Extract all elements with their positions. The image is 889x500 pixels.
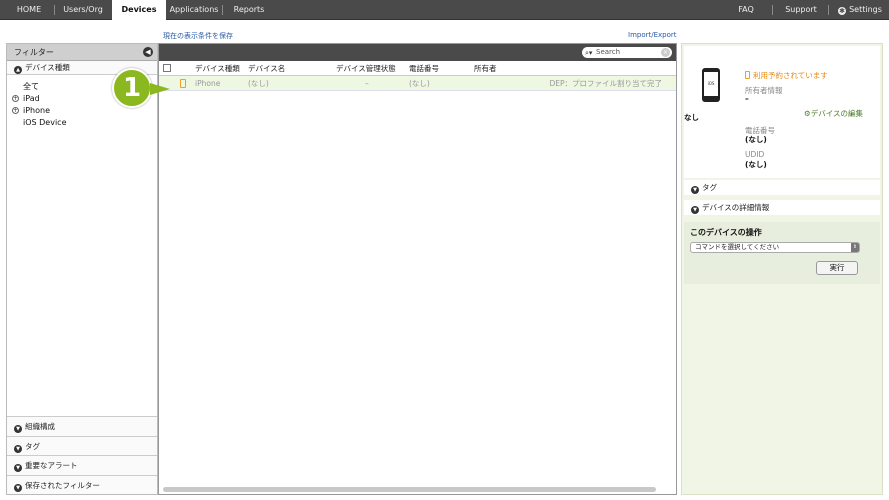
tab-reports[interactable]: Reports (224, 0, 274, 20)
device-screen-label: iOS (704, 72, 718, 96)
cell-note: DEP：プロファイル割り当て完了 (549, 79, 662, 88)
clear-icon[interactable]: × (661, 48, 670, 57)
operations-title: このデバイスの操作 (690, 228, 762, 237)
tree-item-label: iOS Device (23, 118, 67, 127)
nav-divider (828, 5, 829, 15)
callout-number: 1 (112, 68, 152, 108)
tree-item-ios-device[interactable]: iOS Device (23, 117, 157, 129)
tag-section[interactable]: ▼ タグ (684, 180, 880, 195)
section-label: 重要なアラート (25, 461, 78, 470)
callout-arrow-icon (150, 83, 170, 95)
chevron-down-icon: ▼ (14, 483, 22, 492)
faq-link[interactable]: FAQ (726, 0, 766, 20)
column-management-status[interactable]: デバイス管理状態 (336, 61, 396, 76)
cell-name: (なし) (248, 79, 269, 88)
import-export-link[interactable]: Import/Export (628, 31, 677, 39)
tab-home[interactable]: HOME (8, 0, 50, 20)
details-section-label: デバイスの詳細情報 (702, 203, 770, 212)
save-view-link[interactable]: 現在の表示条件を保存 (163, 31, 233, 41)
table-header: デバイス種類 デバイス名 デバイス管理状態 電話番号 所有者 (159, 61, 676, 76)
search-input[interactable]: ⌕▾ Search × (582, 47, 672, 58)
device-type-label: デバイス種類 (25, 63, 70, 72)
settings-link[interactable]: ✱ Settings (834, 0, 886, 20)
support-link[interactable]: Support (778, 0, 824, 20)
tab-applications[interactable]: Applications (166, 0, 222, 20)
collapse-left-icon[interactable]: ◀ (143, 47, 153, 57)
phone-icon (745, 71, 750, 79)
owner-info-value: – (745, 94, 749, 103)
phone-icon (180, 79, 186, 88)
cell-status: – (365, 79, 369, 88)
nav-divider (54, 5, 55, 15)
reserved-status: 利用予約されています (745, 70, 828, 81)
udid-value: (なし) (745, 160, 767, 169)
device-details-section[interactable]: ▼ デバイスの詳細情報 (684, 200, 880, 215)
device-name: なし (684, 113, 699, 122)
top-nav: HOME Users/Org Devices Applications Repo… (0, 0, 889, 21)
search-placeholder: Search (596, 48, 621, 56)
edit-icon: ⚙ (804, 109, 811, 118)
section-saved-filters[interactable]: ▼ 保存されたフィルター (7, 474, 157, 494)
tab-users-org[interactable]: Users/Org (56, 0, 110, 20)
nav-divider (222, 5, 223, 15)
list-toolbar: ⌕▾ Search × (159, 44, 676, 61)
iphone-device-icon: iOS (702, 68, 720, 102)
section-tag[interactable]: ▼ タグ (7, 435, 157, 455)
expand-icon[interactable]: + (12, 107, 19, 114)
callout-marker: 1 (112, 68, 170, 108)
tree-item-label: 全て (23, 82, 39, 91)
filter-header: フィルター ◀ (7, 44, 157, 61)
tree-item-label: iPad (23, 94, 40, 103)
edit-device-link[interactable]: ⚙デバイスの編集 (804, 108, 863, 119)
command-select[interactable]: コマンドを選択してください ⇕ (690, 242, 860, 253)
section-alerts[interactable]: ▼ 重要なアラート (7, 455, 157, 475)
filter-bottom-sections: ▼ 組織構成 ▼ タグ ▼ 重要なアラート ▼ 保存されたフィルター (7, 416, 157, 494)
edit-link-label: デバイスの編集 (810, 109, 864, 118)
filter-title: フィルター (14, 48, 54, 57)
select-arrows-icon: ⇕ (851, 243, 859, 252)
cell-phone: (なし) (409, 79, 430, 88)
section-label: タグ (25, 441, 40, 451)
chevron-up-icon: ▲ (14, 66, 22, 74)
column-owner[interactable]: 所有者 (474, 61, 497, 76)
filter-panel: フィルター ◀ ▲ デバイス種類 全て + iPad + iPhone iOS Dev… (6, 43, 158, 495)
owner-info-label: 所有者情報 (745, 86, 783, 95)
udid-label: UDID (745, 150, 765, 159)
device-summary-card: iOS なし 利用予約されています 所有者情報 – ⚙デバイスの編集 電話番号 … (684, 46, 880, 178)
chevron-down-icon: ▼ (691, 206, 699, 214)
device-detail-panel: iOS なし 利用予約されています 所有者情報 – ⚙デバイスの編集 電話番号 … (681, 43, 883, 495)
chevron-down-icon: ▼ (691, 186, 699, 194)
device-list-panel: ⌕▾ Search × デバイス種類 デバイス名 デバイス管理状態 電話番号 所… (158, 43, 677, 495)
chevron-down-icon: ▼ (14, 444, 22, 453)
gear-icon: ✱ (838, 7, 847, 15)
tree-item-label: iPhone (23, 106, 51, 115)
execute-button[interactable]: 実行 (816, 261, 858, 275)
settings-label: Settings (849, 5, 882, 14)
section-org[interactable]: ▼ 組織構成 (7, 416, 157, 436)
section-label: 保存されたフィルター (25, 480, 100, 490)
expand-icon[interactable]: + (12, 95, 19, 102)
command-select-value: コマンドを選択してください (695, 243, 780, 251)
cell-type: iPhone (195, 79, 221, 88)
column-device-name[interactable]: デバイス名 (248, 61, 285, 76)
search-icon: ⌕▾ (585, 49, 593, 57)
section-label: 組織構成 (25, 422, 55, 431)
nav-divider (772, 5, 773, 15)
tag-section-label: タグ (702, 183, 717, 192)
device-operations: このデバイスの操作 コマンドを選択してください ⇕ 実行 (684, 222, 880, 284)
column-phone[interactable]: 電話番号 (409, 61, 439, 76)
chevron-down-icon: ▼ (14, 425, 22, 433)
tab-devices[interactable]: Devices (112, 0, 166, 21)
phone-value: (なし) (745, 135, 767, 144)
column-device-type[interactable]: デバイス種類 (195, 61, 240, 76)
reserved-label: 利用予約されています (753, 71, 828, 80)
horizontal-scrollbar[interactable] (163, 487, 656, 492)
table-row[interactable]: iPhone (なし) – (なし) DEP：プロファイル割り当て完了 (159, 76, 676, 91)
chevron-down-icon: ▼ (14, 464, 22, 472)
